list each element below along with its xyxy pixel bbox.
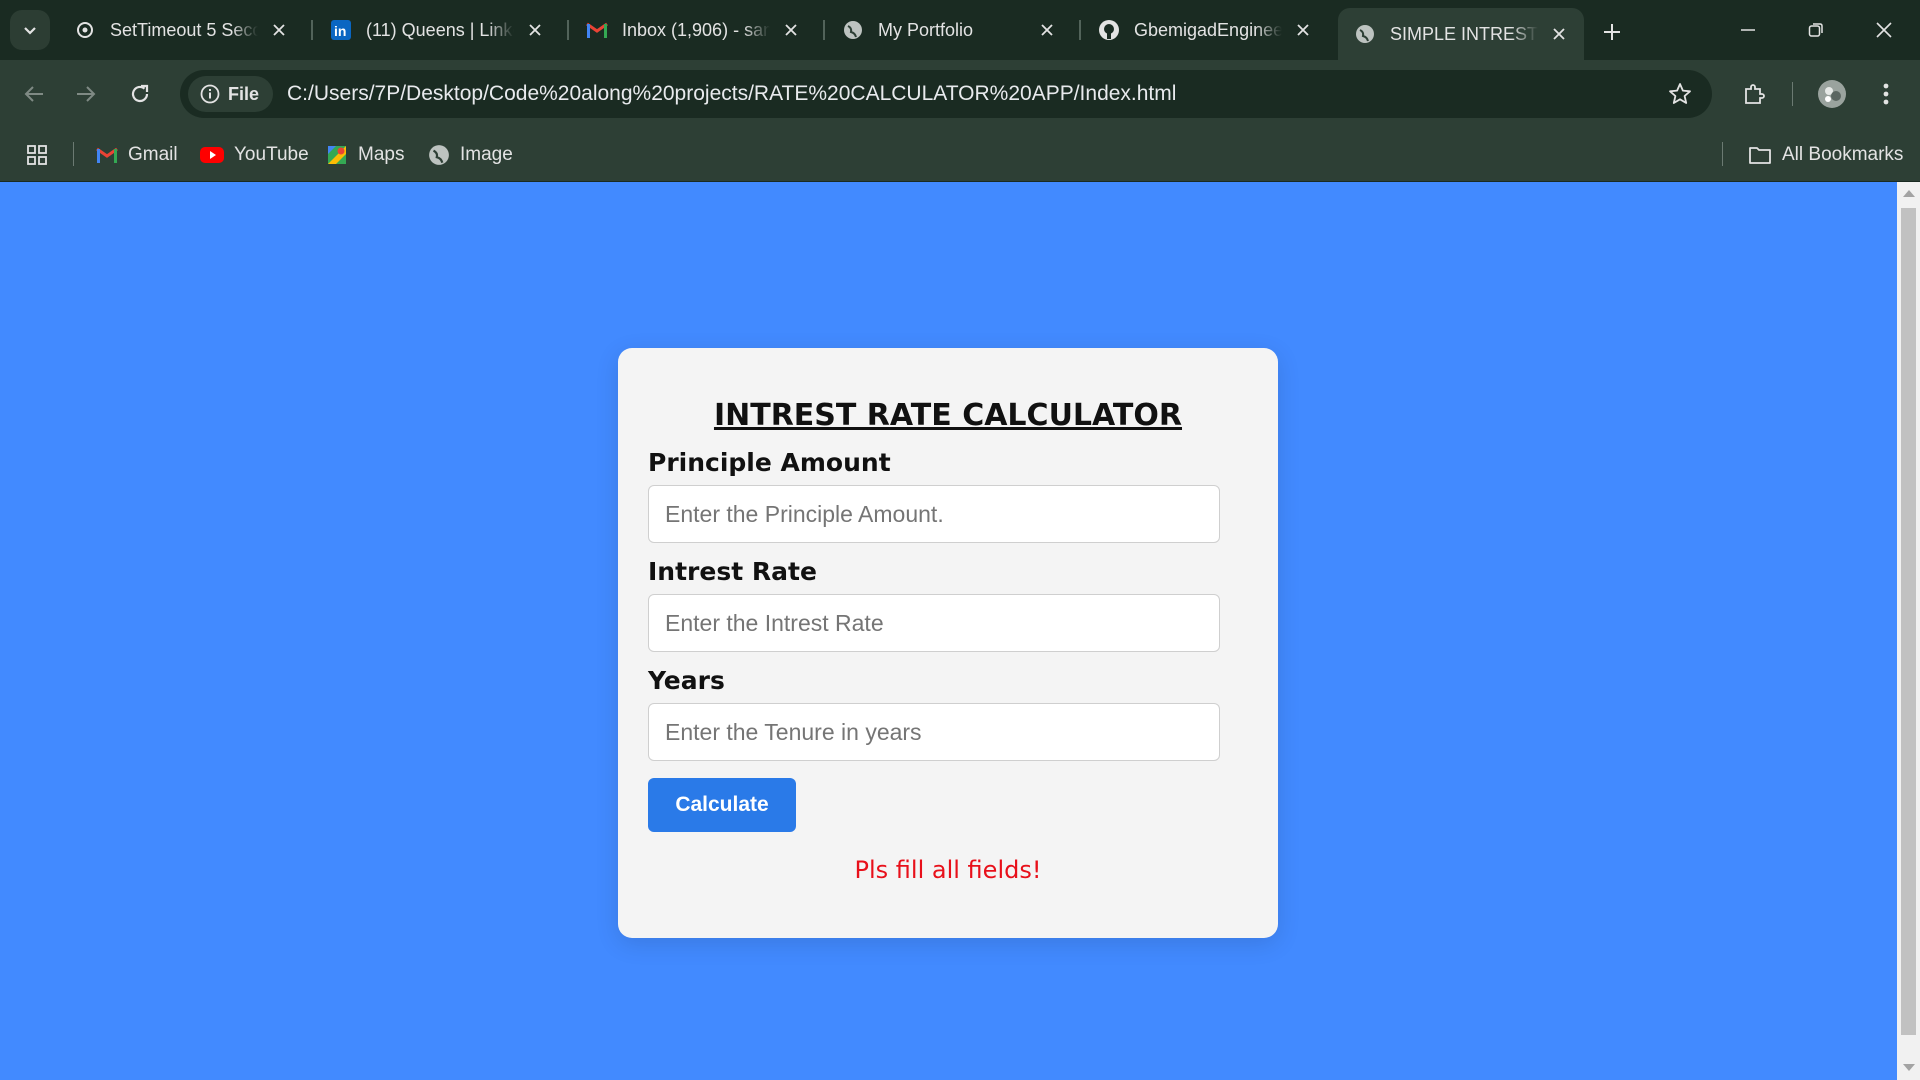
tab-divider [823, 20, 825, 40]
tab-title: GbemigadEngineer [1134, 19, 1282, 40]
bookmark-label: Maps [358, 144, 405, 165]
interest-rate-label: Intrest Rate [648, 557, 817, 586]
maps-icon [328, 146, 346, 164]
close-icon[interactable] [524, 19, 546, 41]
extensions-button[interactable] [1734, 74, 1774, 114]
gmail-icon [586, 19, 608, 41]
profile-avatar[interactable] [1812, 74, 1852, 114]
chevron-down-icon [24, 27, 36, 35]
forward-button[interactable] [66, 74, 106, 114]
tab-divider [1079, 20, 1081, 40]
gmail-icon [96, 147, 118, 163]
browser-toolbar: File C:/Users/7P/Desktop/Code%20along%20… [0, 60, 1920, 128]
tab-portfolio[interactable]: My Portfolio [826, 8, 1072, 52]
bookmark-label: Gmail [128, 144, 178, 165]
github-icon [1098, 19, 1120, 41]
tab-strip: SetTimeout 5 Seconds in (11) Queens | Li… [0, 0, 1920, 60]
address-bar[interactable]: File C:/Users/7P/Desktop/Code%20along%20… [180, 70, 1712, 118]
reload-button[interactable] [120, 74, 160, 114]
close-icon[interactable] [780, 19, 802, 41]
tab-divider [311, 20, 313, 40]
toolbar-divider [1792, 82, 1793, 106]
bookmark-gmail[interactable]: Gmail [96, 140, 178, 170]
page-scrollbar[interactable] [1897, 182, 1920, 1080]
reload-icon [131, 84, 149, 103]
scroll-thumb[interactable] [1901, 208, 1916, 1035]
tab-simple-interest[interactable]: SIMPLE INTREST-RATE [1338, 8, 1584, 60]
apps-button[interactable] [26, 140, 48, 170]
principle-amount-input[interactable] [648, 485, 1220, 543]
svg-text:in: in [334, 23, 346, 39]
tab-title: SIMPLE INTREST-RATE [1390, 23, 1538, 44]
bookmark-maps[interactable]: Maps [326, 140, 404, 170]
close-window-button[interactable] [1850, 0, 1918, 60]
bookmark-label: YouTube [234, 144, 309, 165]
url-text[interactable]: C:/Users/7P/Desktop/Code%20along%20proje… [287, 82, 1176, 106]
bookmarks-divider [1722, 142, 1723, 166]
site-info-label: File [228, 83, 260, 104]
calculator-card: INTREST RATE CALCULATOR Principle Amount… [618, 348, 1278, 938]
scroll-down-arrow-icon[interactable] [1903, 1064, 1915, 1071]
page-viewport: INTREST RATE CALCULATOR Principle Amount… [0, 182, 1897, 1080]
scroll-up-arrow-icon[interactable] [1903, 190, 1915, 197]
openai-icon [74, 19, 96, 41]
bookmark-star-button[interactable] [1666, 80, 1694, 108]
new-tab-button[interactable] [1594, 14, 1630, 50]
tab-search-button[interactable] [10, 10, 50, 50]
puzzle-icon [1745, 84, 1765, 104]
arrow-right-icon [77, 86, 96, 102]
plus-icon [1604, 24, 1620, 40]
close-icon[interactable] [1548, 23, 1570, 45]
tab-divider [567, 20, 569, 40]
site-info-chip[interactable]: File [188, 76, 274, 112]
arrow-left-icon [24, 86, 43, 102]
tab-settimeout[interactable]: SetTimeout 5 Seconds [58, 8, 304, 52]
bookmarks-divider [73, 142, 74, 166]
globe-icon [1354, 23, 1376, 45]
bookmarks-bar: Gmail YouTube Maps Image All Bookmarks [0, 128, 1920, 182]
bookmark-label: Image [460, 144, 513, 165]
bookmark-image[interactable]: Image [428, 140, 513, 170]
all-bookmarks-label: All Bookmarks [1782, 144, 1904, 165]
tab-gmail[interactable]: Inbox (1,906) - sam [570, 8, 816, 52]
restore-button[interactable] [1782, 0, 1850, 60]
youtube-icon [200, 147, 224, 163]
close-icon[interactable] [268, 19, 290, 41]
close-icon [1876, 22, 1892, 38]
info-icon [200, 84, 220, 104]
restore-icon [1808, 23, 1823, 37]
linkedin-icon: in [330, 19, 352, 41]
bookmark-youtube[interactable]: YouTube [200, 140, 309, 170]
tab-github[interactable]: GbemigadEngineer [1082, 8, 1328, 52]
minimize-button[interactable] [1714, 0, 1782, 60]
minimize-icon [1741, 29, 1755, 31]
tab-title: My Portfolio [878, 19, 974, 40]
page-title: INTREST RATE CALCULATOR [713, 398, 1183, 433]
calculate-button[interactable]: Calculate [648, 778, 796, 832]
principle-amount-label: Principle Amount [648, 448, 891, 477]
tab-title: SetTimeout 5 Seconds [110, 19, 258, 40]
years-input[interactable] [648, 703, 1220, 761]
tab-title: (11) Queens | LinkedIn [366, 19, 514, 40]
globe-icon [842, 19, 864, 41]
close-icon[interactable] [1036, 19, 1058, 41]
close-icon[interactable] [1292, 19, 1314, 41]
globe-icon [429, 145, 449, 165]
folder-icon [1749, 147, 1771, 164]
all-bookmarks-button[interactable]: All Bookmarks [1748, 140, 1903, 170]
years-label: Years [648, 666, 725, 695]
interest-rate-input[interactable] [648, 594, 1220, 652]
star-icon [1669, 83, 1691, 104]
back-button[interactable] [14, 74, 54, 114]
avatar-icon [1818, 80, 1846, 108]
error-message: Pls fill all fields! [854, 856, 1042, 884]
more-vertical-icon [1883, 83, 1889, 105]
browser-menu-button[interactable] [1866, 74, 1906, 114]
apps-grid-icon [27, 145, 47, 165]
tab-title: Inbox (1,906) - sam [622, 19, 770, 40]
tab-linkedin[interactable]: in (11) Queens | LinkedIn [314, 8, 560, 52]
